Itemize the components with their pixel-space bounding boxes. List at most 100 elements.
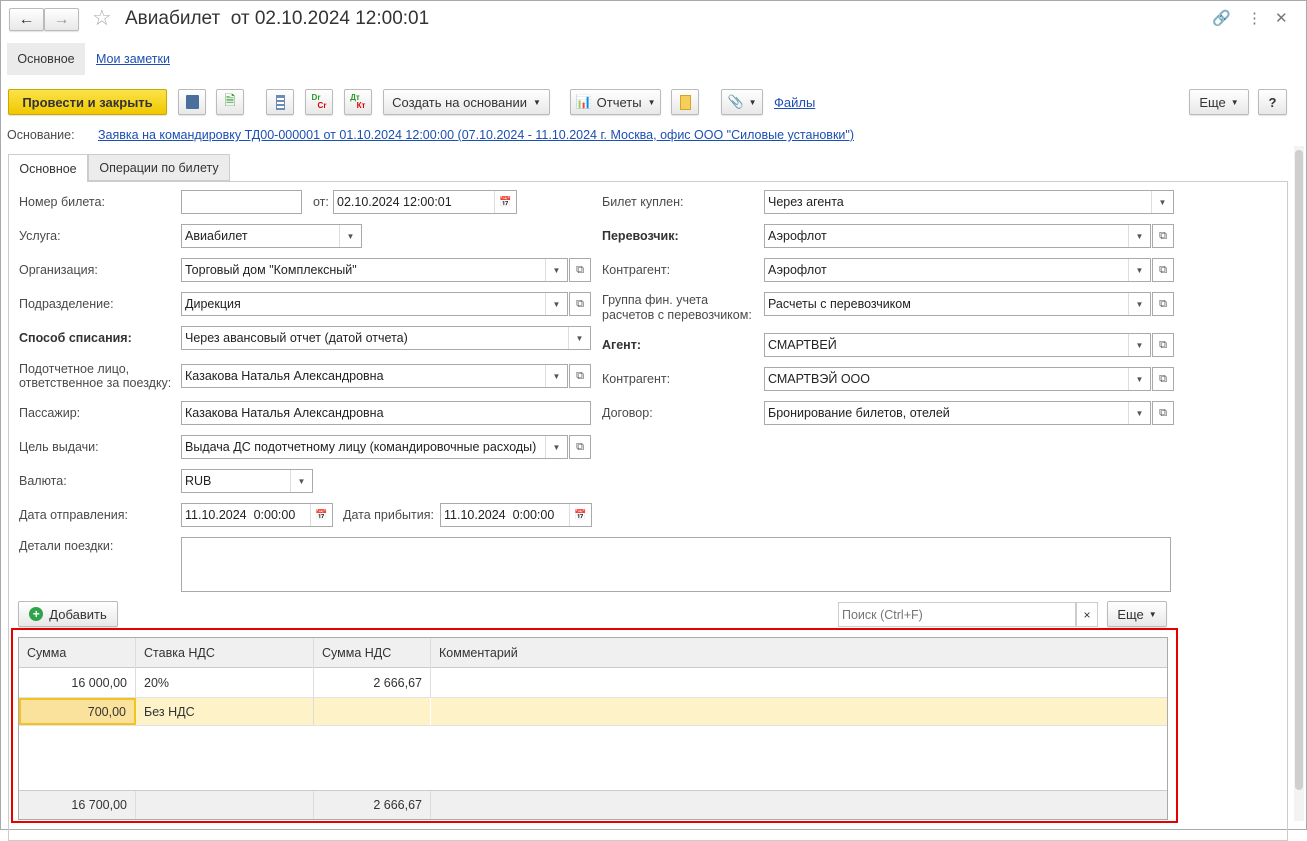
attach-button[interactable]: 📎 ▼ [721,89,763,115]
chevron-down-icon: ▼ [1148,609,1157,619]
chevron-down-icon[interactable]: ▼ [1128,402,1150,424]
chevron-down-icon[interactable]: ▼ [1151,191,1173,213]
open-icon[interactable]: ⧉ [1152,292,1174,316]
contract-select[interactable]: Бронирование билетов, отелей ▼ [764,401,1151,425]
contractor1-select[interactable]: Аэрофлот ▼ [764,258,1151,282]
passenger-input[interactable]: Казакова Наталья Александровна [181,401,591,425]
chevron-down-icon[interactable]: ▼ [1128,368,1150,390]
table-more-button[interactable]: Еще ▼ [1107,601,1167,627]
service-select[interactable]: Авиабилет ▼ [181,224,362,248]
ticket-date-input[interactable]: 02.10.2024 12:00:01 📅 [333,190,517,214]
cell-sum[interactable]: 16 000,00 [19,668,136,697]
calendar-icon[interactable]: 📅 [310,504,332,526]
clear-search-button[interactable]: × [1076,602,1098,627]
more-icon[interactable]: ⋮ [1247,9,1262,27]
close-icon[interactable]: ✕ [1275,9,1288,27]
tab-ticket-operations[interactable]: Операции по билету [88,154,230,181]
reports-label: Отчеты [596,94,642,110]
org-label: Организация: [19,263,98,277]
col-vat-sum[interactable]: Сумма НДС [314,638,431,668]
open-icon[interactable]: ⧉ [569,364,591,388]
open-icon[interactable]: ⧉ [569,258,591,282]
post-and-close-button[interactable]: Провести и закрыть [8,89,167,115]
purpose-select[interactable]: Выдача ДС подотчетному лицу (командирово… [181,435,568,459]
tab-main[interactable]: Основное [8,154,88,182]
writeoff-value: Через авансовый отчет (датой отчета) [185,331,408,345]
cell-comment[interactable] [431,698,1167,725]
col-sum[interactable]: Сумма [19,638,136,668]
cell-vat-rate[interactable]: 20% [136,668,314,697]
post-button[interactable]: 🗎 [216,89,244,115]
chevron-down-icon[interactable]: ▼ [545,436,567,458]
chevron-down-icon[interactable]: ▼ [1128,293,1150,315]
nav-notes-link[interactable]: Мои заметки [96,52,170,66]
dr-cr-button[interactable]: Dr Cr [305,89,333,115]
details-textarea[interactable] [181,537,1171,592]
reports-button[interactable]: 📊 Отчеты ▼ [570,89,661,115]
ticket-no-input[interactable] [181,190,302,214]
cell-sum[interactable]: 700,00 [19,698,136,725]
open-icon[interactable]: ⧉ [1152,401,1174,425]
currency-value: RUB [185,474,212,488]
table-row[interactable]: 16 000,00 20% 2 666,67 [19,668,1167,698]
files-link[interactable]: Файлы [774,95,815,110]
col-comment[interactable]: Комментарий [431,638,1167,668]
open-icon[interactable]: ⧉ [569,435,591,459]
floppy-icon [185,95,199,109]
create-based-button[interactable]: Создать на основании ▼ [383,89,550,115]
calendar-icon[interactable]: 📅 [569,504,591,526]
back-button[interactable]: ← [9,8,44,31]
chevron-down-icon[interactable]: ▼ [1128,225,1150,247]
open-icon[interactable]: ⧉ [569,292,591,316]
currency-select[interactable]: RUB ▼ [181,469,313,493]
org-select[interactable]: Торговый дом "Комплексный" ▼ [181,258,568,282]
bought-select[interactable]: Через агента ▼ [764,190,1174,214]
table-row-selected[interactable]: 700,00 Без НДС [19,698,1167,726]
basis-link[interactable]: Заявка на командировку ТД00-000001 от 01… [98,128,854,142]
carrier-value: Аэрофлот [768,229,827,243]
table-footer: 16 700,00 2 666,67 [19,790,1167,819]
dept-select[interactable]: Дирекция ▼ [181,292,568,316]
cell-comment[interactable] [431,668,1167,697]
col-vat-rate[interactable]: Ставка НДС [136,638,314,668]
more-button[interactable]: Еще ▼ [1189,89,1249,115]
nav-main[interactable]: Основное [7,43,85,75]
link-icon[interactable]: 🔗 [1212,9,1231,27]
note-button[interactable] [671,89,699,115]
star-icon[interactable]: ☆ [92,5,112,31]
chevron-down-icon[interactable]: ▼ [545,293,567,315]
scrollbar[interactable] [1294,146,1304,821]
open-icon[interactable]: ⧉ [1152,224,1174,248]
details-label: Детали поездки: [19,539,114,553]
cell-vat-sum[interactable] [314,698,431,725]
depart-date-input[interactable]: 11.10.2024 0:00:00 📅 [181,503,333,527]
open-icon[interactable]: ⧉ [1152,367,1174,391]
writeoff-select[interactable]: Через авансовый отчет (датой отчета) ▼ [181,326,591,350]
calendar-icon[interactable]: 📅 [494,191,516,213]
person-select[interactable]: Казакова Наталья Александровна ▼ [181,364,568,388]
chevron-down-icon[interactable]: ▼ [545,259,567,281]
chevron-down-icon[interactable]: ▼ [545,365,567,387]
open-icon[interactable]: ⧉ [1152,333,1174,357]
forward-button[interactable]: → [44,8,79,31]
open-icon[interactable]: ⧉ [1152,258,1174,282]
search-input[interactable] [838,602,1076,627]
carrier-select[interactable]: Аэрофлот ▼ [764,224,1151,248]
contractor2-select[interactable]: СМАРТВЭЙ ООО ▼ [764,367,1151,391]
dt-kt-button[interactable]: Дт Кт [344,89,372,115]
chevron-down-icon[interactable]: ▼ [339,225,361,247]
chevron-down-icon[interactable]: ▼ [1128,259,1150,281]
group-select[interactable]: Расчеты с перевозчиком ▼ [764,292,1151,316]
chevron-down-icon[interactable]: ▼ [1128,334,1150,356]
cell-vat-rate[interactable]: Без НДС [136,698,314,725]
chevron-down-icon[interactable]: ▼ [290,470,312,492]
chevron-down-icon[interactable]: ▼ [568,327,590,349]
agent-select[interactable]: СМАРТВЕЙ ▼ [764,333,1151,357]
journal-button[interactable] [266,89,294,115]
save-button[interactable] [178,89,206,115]
arrive-date-input[interactable]: 11.10.2024 0:00:00 📅 [440,503,592,527]
help-button[interactable]: ? [1258,89,1287,115]
cell-vat-sum[interactable]: 2 666,67 [314,668,431,697]
scrollbar-thumb[interactable] [1295,150,1303,790]
add-row-button[interactable]: + Добавить [18,601,118,627]
